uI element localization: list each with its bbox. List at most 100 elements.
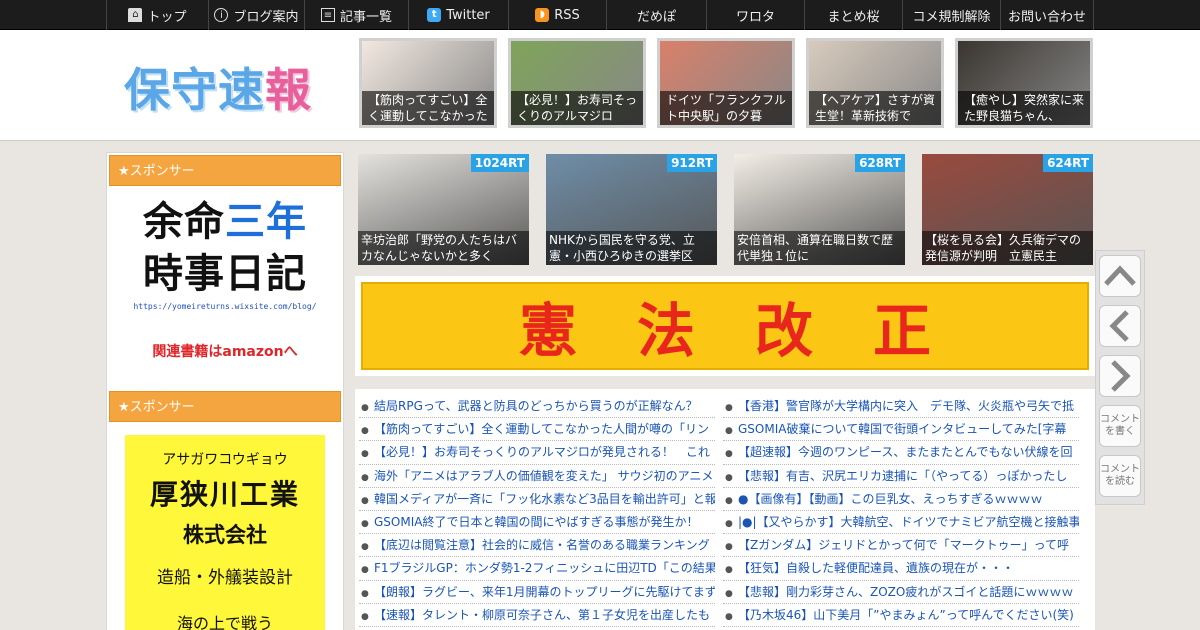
header-thumb-4[interactable]: 【癒やし】突然家に来た野良猫ちゃん、	[955, 38, 1093, 128]
article-link[interactable]: ● 【乃木坂46】山下美月「”やまみょん”って呼んでください(笑)	[723, 604, 1079, 627]
scroll-top-button[interactable]	[1099, 255, 1141, 297]
popular-card-3[interactable]: 624RT 【桜を見る会】久兵衛デマの発信源が判明 立憲民主	[922, 154, 1093, 265]
next-article-button[interactable]	[1099, 355, 1141, 397]
nav-item-4[interactable]: ◗ RSS	[508, 0, 606, 30]
chevron-right-icon	[1111, 360, 1131, 392]
article-list-box: ● 結局RPGって、武器と防具のどっちから買うのが正解なん？ ● 【筋肉ってすごい】全…	[355, 389, 1095, 630]
nav-item-7[interactable]: まとめ桜	[804, 0, 902, 30]
nav-item-3[interactable]: t Twitter	[408, 0, 508, 30]
article-link[interactable]: ● F1ブラジルGP：ホンダ勢1-2フィニッシュに田辺TD「この結果	[359, 557, 715, 581]
nav-item-6[interactable]: ワロタ	[706, 0, 804, 30]
nav-item-1[interactable]: i ブログ案内	[208, 0, 304, 30]
article-link[interactable]: ● 【狂気】自殺した軽便配達員、遺族の現在が・・・	[723, 557, 1079, 581]
article-link[interactable]: ● GSOMIA終了で日本と韓国の間にやばすぎる事態が発生か！	[359, 511, 715, 535]
nav-item-9[interactable]: お問い合わせ	[1000, 0, 1094, 30]
sponsor-heading: ★スポンサー	[109, 155, 341, 186]
logo-text-accent: 報	[265, 63, 312, 117]
banner-container: 憲法改正	[355, 276, 1095, 376]
nav-item-label: 記事一覧	[339, 9, 392, 25]
article-link[interactable]: ● 海外「アニメはアラブ人の価値観を変えた」 サウジ初のアニメ	[359, 465, 715, 488]
banner-char: 改	[755, 297, 814, 365]
article-link[interactable]: ● 【速報】タレント・柳原可奈子さん、第１子女児を出産したも	[359, 604, 715, 627]
header-thumb-0[interactable]: 【筋肉ってすごい】全く運動してこなかった人間	[359, 38, 497, 128]
article-title: 【底辺は閲覧注意】社会的に威信・名誉のある職業ランキング	[374, 538, 710, 553]
article-title: 【香港】警官隊が大学構内に突入 デモ隊、火炎瓶や弓矢で抵	[738, 399, 1075, 413]
popular-card-0[interactable]: 1024RT 辛坊治郎「野党の人たちはバカなんじゃないかと多く	[358, 154, 529, 265]
bullet-icon: ●	[725, 565, 733, 576]
nav-item-0[interactable]: ⌂ トップ	[106, 0, 208, 30]
nav-item-label: ブログ案内	[233, 9, 299, 25]
bullet-icon: ●	[361, 495, 369, 506]
chevron-up-icon	[1104, 265, 1136, 286]
article-title: ●【画像有】【動画】この巨乳女、えっちすぎるｗｗｗｗ	[738, 491, 1043, 506]
nav-item-8[interactable]: コメ規制解除	[902, 0, 1000, 30]
write-comment-button[interactable]: コメントを書く	[1099, 405, 1141, 447]
ad2-company-type: 株式会社	[183, 523, 267, 547]
article-link[interactable]: ● |●|【又やらかす】大韓航空、ドイツでナミビア航空機と接触事	[723, 511, 1079, 535]
article-link[interactable]: ● 【超速報】今週のワンピース、またまたとんでもない伏線を回	[723, 441, 1079, 465]
thumb-caption: 【癒やし】突然家に来た野良猫ちゃん、	[958, 91, 1090, 125]
floating-toolbar: コメントを書く コメントを読む	[1095, 250, 1145, 505]
article-link[interactable]: ● GSOMIA破棄について韓国で街頭インタビューしてみた[字幕	[723, 418, 1079, 442]
bullet-icon: ●	[361, 542, 369, 553]
sponsor-ad-asagawa[interactable]: アサガワコウギョウ 厚狭川工業 株式会社 造船・外艤装設計 海の上で戦う	[125, 435, 325, 630]
nav-item-2[interactable]: ≡ 記事一覧	[304, 0, 408, 30]
article-link[interactable]: ● 【朗報】ラグビー、来年1月開幕のトップリーグに先駆けてまず	[359, 581, 715, 604]
article-link[interactable]: ● 【悲報】剛力彩芽さん、ZOZO疲れがスゴイと話題にｗｗｗｗ	[723, 581, 1079, 604]
article-title: F1ブラジルGP：ホンダ勢1-2フィニッシュに田辺TD「この結果	[374, 561, 715, 576]
article-link[interactable]: ● 【筋肉ってすごい】全く運動してこなかった人間が噂の「リン	[359, 418, 715, 442]
ad-line-2: 時事日記	[143, 251, 307, 297]
site-logo[interactable]: 保守速報	[124, 54, 312, 120]
bullet-icon: ●	[361, 449, 369, 460]
banner-char: 法	[636, 297, 695, 365]
bullet-icon: ●	[361, 611, 369, 622]
article-link[interactable]: ● 【底辺は閲覧注意】社会的に威信・名誉のある職業ランキング	[359, 534, 715, 558]
article-title: 【朗報】ラグビー、来年1月開幕のトップリーグに先駆けてまず	[374, 584, 715, 599]
header-thumb-2[interactable]: ドイツ「フランクフルト中央駅」の夕暮	[657, 38, 795, 128]
article-title: 【速報】タレント・柳原可奈子さん、第１子女児を出産したも	[374, 607, 711, 622]
thumb-caption: 【筋肉ってすごい】全く運動してこなかった人間	[362, 91, 494, 125]
article-title: 海外「アニメはアラブ人の価値観を変えた」 サウジ初のアニメ	[374, 468, 714, 483]
bullet-icon: ●	[725, 611, 733, 622]
header-thumb-3[interactable]: 【ヘアケア】さすが資生堂！革新技術で	[806, 38, 944, 128]
header-featured-thumbnails: 【筋肉ってすごい】全く運動してこなかった人間【必見！】お寿司そっくりのアルマジロ…	[359, 38, 1093, 128]
prev-article-button[interactable]	[1099, 305, 1141, 347]
article-link[interactable]: ● 【香港】警官隊が大学構内に突入 デモ隊、火炎瓶や弓矢で抵	[723, 395, 1079, 419]
amazon-link[interactable]: 関連書籍はamazonへ	[109, 341, 341, 361]
logo-text-main: 保守速	[124, 63, 265, 117]
article-title: 【必見！】お寿司そっくりのアルマジロが発見される！ これ	[374, 445, 710, 460]
article-link[interactable]: ● 【Zガンダム】ジェリドとかって何で「マークトゥー」って呼	[723, 534, 1079, 558]
nav-item-5[interactable]: だめぽ	[606, 0, 706, 30]
banner-char: 正	[873, 297, 932, 365]
popular-card-2[interactable]: 628RT 安倍首相、通算在職日数で歴代単独１位に	[734, 154, 905, 265]
article-title: 【狂気】自殺した軽便配達員、遺族の現在が・・・	[738, 561, 1015, 576]
header-thumb-1[interactable]: 【必見！】お寿司そっくりのアルマジロ	[508, 38, 646, 128]
article-title: 【乃木坂46】山下美月「”やまみょん”って呼んでください(笑)	[738, 607, 1074, 622]
bullet-icon: ●	[361, 588, 369, 599]
article-link[interactable]: ● 韓国メディアが一斉に「フッ化水素など3品目を輸出許可」と報	[359, 488, 715, 511]
card-caption: 辛坊治郎「野党の人たちはバカなんじゃないかと多く	[358, 231, 529, 265]
thumb-caption: 【必見！】お寿司そっくりのアルマジロ	[511, 91, 643, 125]
nav-item-label: まとめ桜	[827, 9, 880, 25]
nav-item-label: ワロタ	[735, 9, 775, 25]
article-link[interactable]: ● ●【画像有】【動画】この巨乳女、えっちすぎるｗｗｗｗ	[723, 488, 1079, 511]
sidebar: ★スポンサー 余命三年 時事日記 https://yomeireturns.wi…	[106, 152, 344, 630]
retweet-count-badge: 1024RT	[470, 154, 529, 172]
article-link[interactable]: ● 結局RPGって、武器と防具のどっちから買うのが正解なん？	[359, 395, 715, 419]
article-list-right: ● 【香港】警官隊が大学構内に突入 デモ隊、火炎瓶や弓矢で抵 ● GSOMIA破棄につ…	[723, 395, 1079, 630]
article-link[interactable]: ● 【悲報】有吉、沢尻エリカ逮捕に「（やってる）っぽかったし	[723, 465, 1079, 488]
bullet-icon: ●	[725, 495, 733, 506]
popular-card-1[interactable]: 912RT NHKから国民を守る党、立憲・小西ひろゆきの選挙区	[546, 154, 717, 265]
article-title: 結局RPGって、武器と防具のどっちから買うのが正解なん？	[374, 399, 698, 413]
nav-menu: ⌂ トップ i ブログ案内 ≡ 記事一覧 t Twitter ◗ RSS だめぽ ワロタ まとめ桜 コメ規…	[106, 0, 1094, 30]
bullet-icon: ●	[361, 565, 369, 576]
article-title: GSOMIA終了で日本と韓国の間にやばすぎる事態が発生か！	[374, 514, 699, 529]
bullet-icon: ●	[725, 588, 733, 599]
article-link[interactable]: ● 【必見！】お寿司そっくりのアルマジロが発見される！ これ	[359, 441, 715, 465]
thumb-caption: 【ヘアケア】さすが資生堂！革新技術で	[809, 91, 941, 125]
bullet-icon: ●	[725, 403, 733, 413]
read-comments-button[interactable]: コメントを読む	[1099, 455, 1141, 497]
sponsor-ad-yomei[interactable]: 余命三年 時事日記 https://yomeireturns.wixsite.c…	[109, 186, 341, 391]
retweet-count-badge: 912RT	[667, 154, 717, 172]
constitution-banner[interactable]: 憲法改正	[361, 282, 1089, 370]
